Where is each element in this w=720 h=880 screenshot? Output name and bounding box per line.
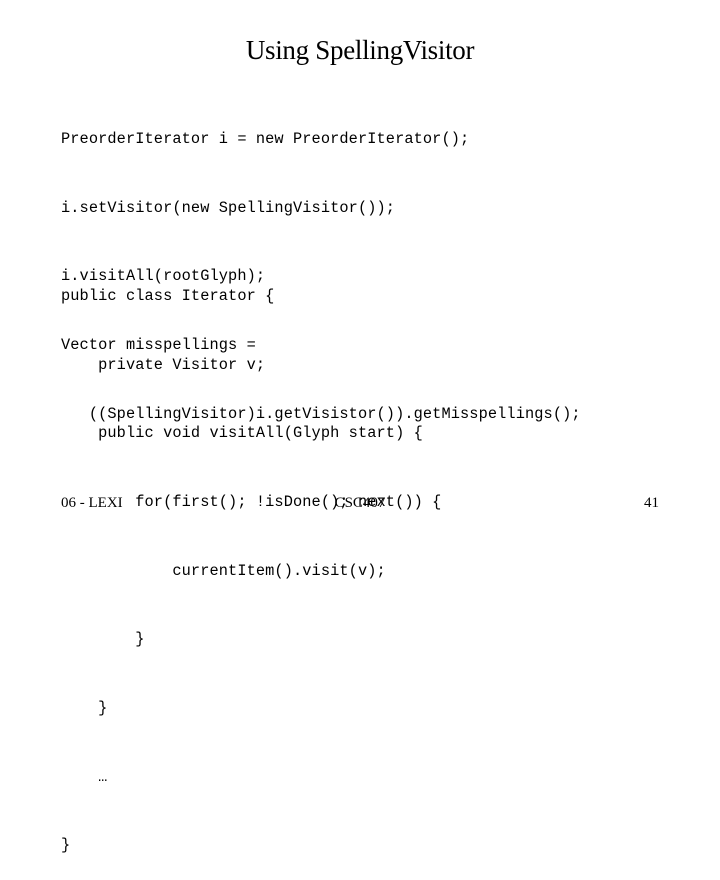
code-line: … <box>61 767 108 786</box>
code-line: public void visitAll(Glyph start) { <box>61 424 423 443</box>
footer-course-label: CSC407 <box>334 495 386 511</box>
code-line: private Visitor v; <box>61 355 266 374</box>
code-line: PreorderIterator i = new PreorderIterato… <box>61 129 470 148</box>
slide-title: Using SpellingVisitor <box>245 35 475 65</box>
code-line: } <box>61 630 145 649</box>
code-line: public class Iterator { <box>61 286 275 305</box>
code-line: i.setVisitor(new SpellingVisitor()); <box>61 198 396 217</box>
code-line: currentItem().visit(v); <box>61 561 386 580</box>
code-line: } <box>61 699 108 718</box>
code-line: } <box>61 836 71 855</box>
page-number: 41 <box>644 495 659 511</box>
code-snippet-iterator-class: public class Iterator { private Visitor … <box>61 239 441 880</box>
